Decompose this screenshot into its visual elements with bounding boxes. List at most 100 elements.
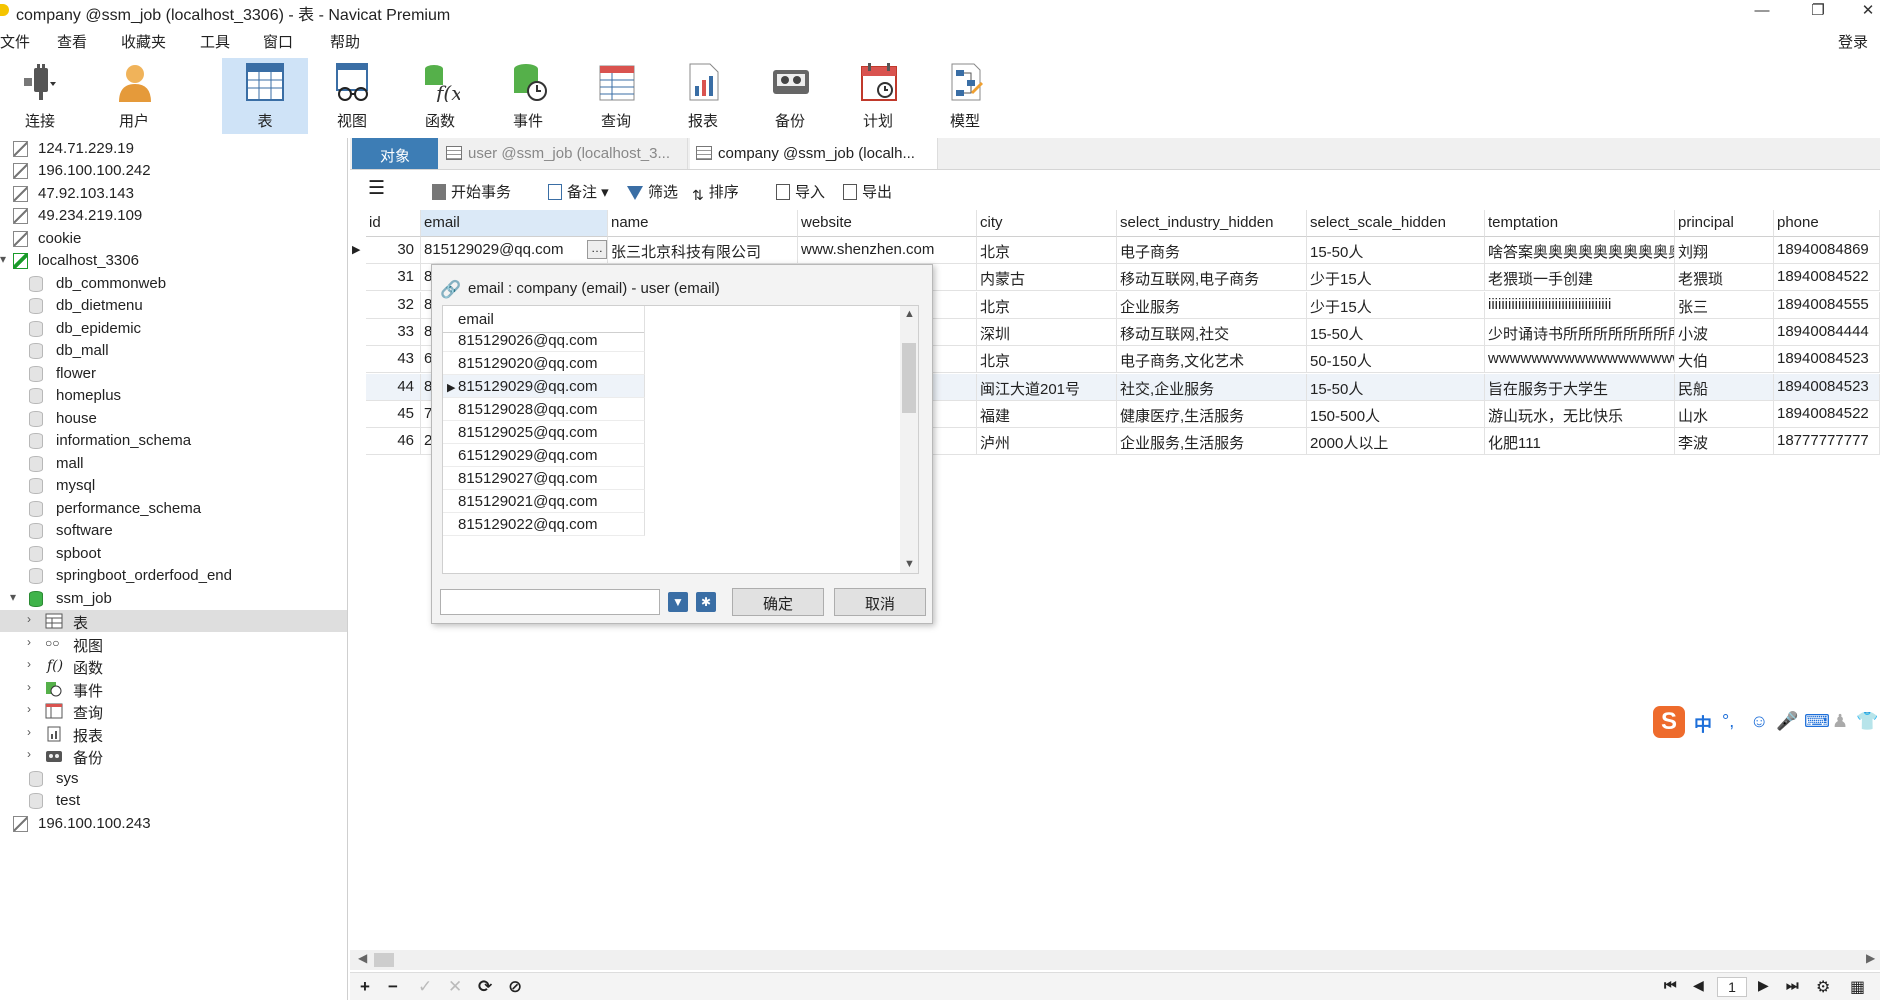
emoji-icon[interactable]: ☺: [1750, 711, 1768, 732]
grid-cell-id[interactable]: 33: [366, 318, 421, 346]
tree-node-tables[interactable]: › 表: [0, 610, 347, 632]
tree-database[interactable]: mysql: [0, 475, 347, 497]
apply-changes-button[interactable]: ✓: [418, 977, 432, 997]
grid-view-icon[interactable]: ▦: [1850, 977, 1865, 997]
grid-cell-principal[interactable]: 张三: [1675, 291, 1774, 319]
column-header-name[interactable]: name: [608, 210, 798, 237]
tree-database[interactable]: house: [0, 408, 347, 430]
grid-cell-principal[interactable]: 大伯: [1675, 346, 1774, 374]
tab-objects[interactable]: 对象: [352, 138, 438, 169]
grid-cell-city[interactable]: 北京: [977, 291, 1117, 319]
grid-cell-select-scale-hidden[interactable]: 50-150人: [1307, 346, 1485, 374]
grid-cell-select-scale-hidden[interactable]: 15-50人: [1307, 318, 1485, 346]
grid-cell-city[interactable]: 福建: [977, 400, 1117, 428]
function-button[interactable]: f(x) 函数: [404, 58, 476, 134]
refresh-button[interactable]: ⟳: [478, 977, 492, 997]
menu-view[interactable]: 查看: [57, 31, 87, 52]
tree-connection[interactable]: 47.92.103.143: [0, 183, 347, 205]
tree-database[interactable]: db_dietmenu: [0, 295, 347, 317]
skin-shirt-icon[interactable]: 👕: [1856, 711, 1878, 732]
grid-cell-temptation[interactable]: 啥答案奥奥奥奥奥奥奥奥奥奥: [1485, 237, 1675, 264]
model-button[interactable]: 模型: [929, 58, 1001, 134]
chevron-right-icon[interactable]: ›: [27, 635, 31, 649]
picker-scrollbar[interactable]: ▲ ▼: [900, 306, 918, 573]
column-header-select-scale-hidden[interactable]: select_scale_hidden: [1307, 210, 1485, 237]
grid-cell-id[interactable]: 31: [366, 264, 421, 292]
import-button[interactable]: 导入: [776, 181, 825, 202]
filter-clear-icon[interactable]: ✱: [696, 592, 716, 612]
column-header-principal[interactable]: principal: [1675, 210, 1774, 237]
grid-cell-principal[interactable]: 老猥琐: [1675, 264, 1774, 292]
grid-cell-phone[interactable]: 18940084522: [1774, 264, 1880, 292]
grid-cell-principal[interactable]: 刘翔: [1675, 237, 1774, 264]
scroll-down-icon[interactable]: ▼: [904, 558, 915, 570]
grid-cell-id[interactable]: 46: [366, 428, 421, 456]
tree-database[interactable]: db_epidemic: [0, 318, 347, 340]
event-button[interactable]: 事件: [492, 58, 564, 134]
menu-tools[interactable]: 工具: [200, 31, 230, 52]
grid-cell-principal[interactable]: 小波: [1675, 318, 1774, 346]
chevron-down-icon[interactable]: ▾: [0, 252, 6, 266]
menu-help[interactable]: 帮助: [330, 31, 360, 52]
settings-gear-icon[interactable]: ⚙: [1816, 977, 1830, 997]
tree-database[interactable]: db_commonweb: [0, 273, 347, 295]
grid-cell-select-scale-hidden[interactable]: 15-50人: [1307, 237, 1485, 264]
grid-cell-city[interactable]: 北京: [977, 346, 1117, 374]
grid-cell-phone[interactable]: 18940084522: [1774, 400, 1880, 428]
grid-cell-phone[interactable]: 18777777777: [1774, 428, 1880, 456]
grid-cell-select-industry-hidden[interactable]: 移动互联网,电子商务: [1117, 264, 1307, 292]
scroll-right-icon[interactable]: ▶: [1866, 951, 1875, 965]
picker-row[interactable]: 815129026@qq.com: [443, 329, 645, 352]
grid-cell-principal[interactable]: 民船: [1675, 373, 1774, 401]
column-header-id[interactable]: id: [366, 210, 421, 237]
filter-button[interactable]: 筛选: [627, 181, 678, 202]
tree-connection[interactable]: cookie: [0, 228, 347, 250]
grid-cell-temptation[interactable]: 少时诵诗书所所所所所所所所: [1485, 318, 1675, 346]
column-header-city[interactable]: city: [977, 210, 1117, 237]
scroll-thumb[interactable]: [374, 953, 394, 967]
grid-cell-select-scale-hidden[interactable]: 2000人以上: [1307, 428, 1485, 456]
chevron-right-icon[interactable]: ›: [27, 725, 31, 739]
chevron-right-icon[interactable]: ›: [27, 657, 31, 671]
grid-cell-phone[interactable]: 18940084555: [1774, 291, 1880, 319]
column-header-phone[interactable]: phone: [1774, 210, 1880, 237]
grid-cell-select-industry-hidden[interactable]: 移动互联网,社交: [1117, 318, 1307, 346]
picker-row[interactable]: 815129027@qq.com: [443, 467, 645, 490]
picker-row[interactable]: ▶ 815129029@qq.com: [443, 375, 645, 398]
add-record-button[interactable]: +: [360, 977, 370, 997]
tree-database[interactable]: spboot: [0, 543, 347, 565]
grid-cell-city[interactable]: 闽江大道201号: [977, 373, 1117, 401]
cancel-button[interactable]: 取消: [834, 588, 926, 616]
chevron-right-icon[interactable]: ›: [27, 680, 31, 694]
picker-row[interactable]: 815129022@qq.com: [443, 513, 645, 536]
grid-cell-select-scale-hidden[interactable]: 150-500人: [1307, 400, 1485, 428]
filter-down-icon[interactable]: ▼: [668, 592, 688, 612]
tree-node-functions[interactable]: › f() 函数: [0, 655, 347, 677]
tree-database[interactable]: springboot_orderfood_end: [0, 565, 347, 587]
grid-cell-id[interactable]: 44: [366, 373, 421, 401]
hamburger-menu-icon[interactable]: ☰: [368, 177, 385, 200]
sort-button[interactable]: ⇅ 排序: [692, 181, 739, 203]
grid-cell-phone[interactable]: 18940084869: [1774, 237, 1880, 264]
delete-record-button[interactable]: −: [388, 977, 398, 997]
chevron-right-icon[interactable]: ›: [27, 747, 31, 761]
column-header-select-industry-hidden[interactable]: select_industry_hidden: [1117, 210, 1307, 237]
tree-connection[interactable]: 196.100.100.243: [0, 813, 347, 835]
picker-row[interactable]: 815129028@qq.com: [443, 398, 645, 421]
grid-cell-temptation[interactable]: 旨在服务于大学生: [1485, 373, 1675, 401]
ime-punctuation-toggle[interactable]: °,: [1722, 711, 1734, 732]
grid-cell-temptation[interactable]: 老猥琐一手创建: [1485, 264, 1675, 292]
grid-cell-temptation[interactable]: 游山玩水，无比快乐: [1485, 400, 1675, 428]
tree-connection-open[interactable]: ▾ localhost_3306: [0, 250, 347, 272]
sogou-logo[interactable]: S: [1653, 706, 1685, 738]
picker-row[interactable]: 815129025@qq.com: [443, 421, 645, 444]
grid-cell-city[interactable]: 内蒙古: [977, 264, 1117, 292]
grid-cell-temptation[interactable]: 化肥111: [1485, 428, 1675, 456]
tree-node-backups[interactable]: › 备份: [0, 745, 347, 767]
tree-database[interactable]: flower: [0, 363, 347, 385]
chevron-right-icon[interactable]: ›: [27, 612, 31, 626]
last-page-icon[interactable]: ⏭: [1786, 977, 1799, 994]
page-number-input[interactable]: 1: [1717, 977, 1747, 997]
tree-database[interactable]: homeplus: [0, 385, 347, 407]
tree-node-views[interactable]: › ○○ 视图: [0, 633, 347, 655]
